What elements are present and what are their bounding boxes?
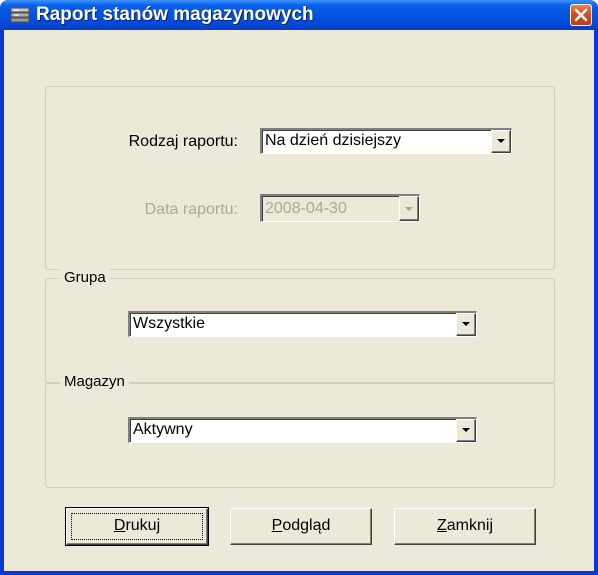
group-filter-group: Grupa Wszystkie <box>45 268 555 384</box>
chevron-down-icon <box>497 139 505 143</box>
report-date-dropdown-button[interactable] <box>399 196 419 221</box>
report-stack-icon <box>10 7 30 23</box>
warehouse-select[interactable]: Aktywny <box>128 417 477 443</box>
chevron-down-icon <box>462 322 470 326</box>
focus-rectangle <box>71 513 203 540</box>
print-button[interactable]: Drukuj <box>65 507 209 546</box>
preview-button[interactable]: Podgląd <box>230 508 372 545</box>
close-button[interactable]: Zamknij <box>394 508 536 545</box>
window-title: Raport stanów magazynowych <box>36 4 314 25</box>
report-type-dropdown-button[interactable] <box>491 130 511 153</box>
report-type-label: Rodzaj raportu: <box>128 133 238 150</box>
report-type-select[interactable]: Na dzień dzisiejszy <box>260 128 512 154</box>
warehouse-value: Aktywny <box>133 421 193 438</box>
close-window-button[interactable] <box>570 4 592 26</box>
report-date-value: 2008-04-30 <box>265 200 347 217</box>
report-settings-group: Rodzaj raportu: Na dzień dzisiejszy Data… <box>45 86 555 270</box>
group-dropdown-button[interactable] <box>456 313 476 336</box>
report-date-label: Data raportu: <box>144 201 238 218</box>
warehouse-dropdown-button[interactable] <box>456 419 476 442</box>
title-bar[interactable]: Raport stanów magazynowych <box>0 0 598 30</box>
group-legend: Grupa <box>60 268 110 288</box>
warehouse-legend: Magazyn <box>60 372 129 392</box>
dialog-window: Raport stanów magazynowych Rodzaj raport… <box>0 0 598 575</box>
warehouse-filter-group: Magazyn Aktywny <box>45 372 555 488</box>
dialog-body: Rodzaj raportu: Na dzień dzisiejszy Data… <box>4 30 594 571</box>
group-select[interactable]: Wszystkie <box>128 311 477 337</box>
chevron-down-icon <box>405 207 413 211</box>
report-type-value: Na dzień dzisiejszy <box>265 132 402 149</box>
report-date-picker[interactable]: 2008-04-30 <box>260 194 420 222</box>
preview-button-label: odgląd <box>282 517 331 534</box>
close-button-label: amknij <box>446 517 493 534</box>
preview-button-accesskey: P <box>271 517 283 534</box>
close-button-accesskey: Z <box>436 517 447 534</box>
group-value: Wszystkie <box>133 315 205 332</box>
close-icon <box>574 8 588 22</box>
chevron-down-icon <box>462 428 470 432</box>
